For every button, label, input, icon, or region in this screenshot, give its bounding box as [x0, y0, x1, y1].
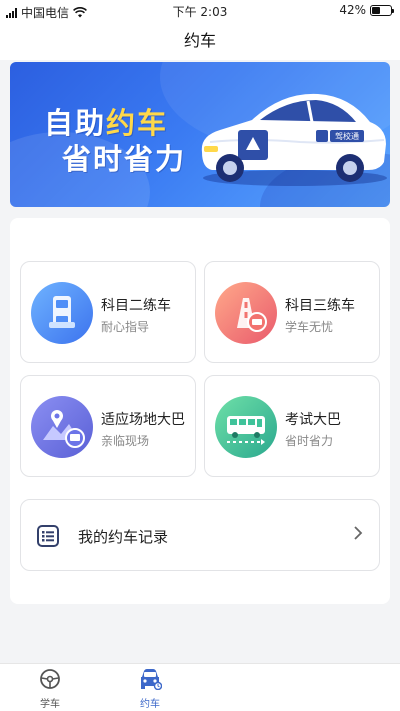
service-subtitle: 耐心指导	[101, 320, 150, 334]
battery-icon	[370, 4, 394, 16]
battery-percent: 42%	[339, 3, 366, 17]
nav-bar: 约车	[0, 22, 400, 60]
service-title: 科目三练车	[285, 298, 355, 314]
services-card: 科目二练车 耐心指导 科目三练车 学车无忧 适应场地大巴 亲临现场 考试大巴 省…	[10, 218, 390, 604]
steering-wheel-icon	[40, 669, 60, 689]
tab-label: 约车	[140, 699, 160, 710]
car-illustration: 驾校通	[201, 93, 387, 186]
promo-banner[interactable]: 自助约车 省时省力 驾校通	[10, 62, 390, 207]
page-title: 约车	[183, 31, 216, 50]
service-subtitle: 亲临现场	[101, 434, 150, 448]
tab-label: 学车	[40, 699, 60, 710]
subject3-road-icon	[215, 282, 277, 344]
service-title: 考试大巴	[285, 412, 341, 428]
chevron-right-icon	[354, 526, 363, 540]
car-door-sign: 驾校通	[335, 131, 359, 141]
tab-learn-driving[interactable]: 学车	[0, 668, 100, 710]
car-front-icon	[141, 669, 163, 691]
booking-records-row[interactable]: 我的约车记录	[20, 499, 380, 571]
status-bar: 中国电信 下午 2:03 42%	[0, 0, 400, 22]
service-tile-venue-bus[interactable]: 适应场地大巴 亲临现场	[20, 375, 196, 477]
tab-bar: 学车 约车	[0, 663, 400, 711]
exam-bus-icon	[215, 396, 277, 458]
service-tile-subject2[interactable]: 科目二练车 耐心指导	[20, 261, 196, 363]
service-subtitle: 省时省力	[285, 434, 334, 448]
subject2-car-icon	[31, 282, 93, 344]
booking-records-label: 我的约车记录	[78, 528, 169, 546]
service-subtitle: 学车无忧	[285, 320, 334, 334]
venue-bus-icon	[31, 396, 93, 458]
banner-headline-2: 省时省力	[62, 142, 187, 176]
service-tile-subject3[interactable]: 科目三练车 学车无忧	[204, 261, 380, 363]
service-tile-exam-bus[interactable]: 考试大巴 省时省力	[204, 375, 380, 477]
service-title: 适应场地大巴	[101, 412, 185, 428]
tab-book-car[interactable]: 约车	[100, 668, 200, 710]
list-icon	[37, 525, 59, 547]
service-title: 科目二练车	[101, 298, 171, 314]
